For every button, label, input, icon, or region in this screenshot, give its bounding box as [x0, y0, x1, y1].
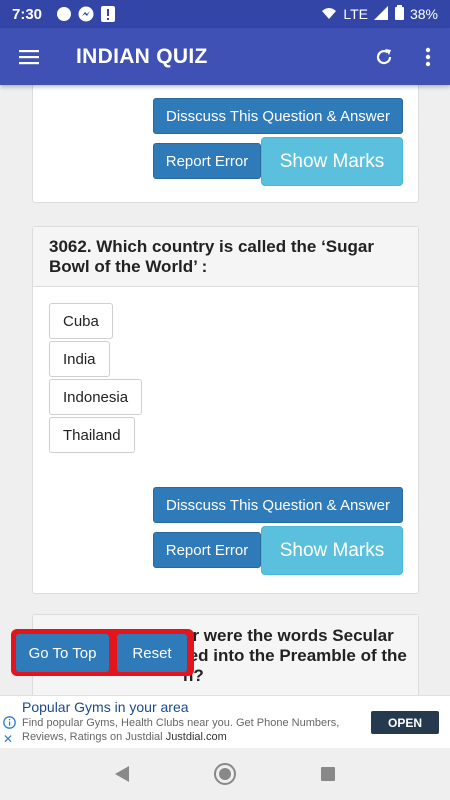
notification-dot-icon: [56, 6, 72, 22]
option-thailand[interactable]: Thailand: [49, 417, 135, 453]
ad-close-icon[interactable]: ✕: [3, 732, 13, 746]
quiz-list[interactable]: Disscuss This Question & Answer Report E…: [0, 85, 450, 695]
option-cuba[interactable]: Cuba: [49, 303, 113, 339]
ad-title: Popular Gyms in your area: [22, 699, 189, 715]
recents-icon[interactable]: [308, 754, 348, 794]
back-icon[interactable]: [102, 754, 142, 794]
ad-info-icon[interactable]: [3, 716, 16, 729]
battery-icon: [394, 5, 404, 23]
report-error-button[interactable]: Report Error: [153, 532, 261, 568]
ad-brand: Justdial.com: [165, 731, 227, 743]
home-icon[interactable]: [205, 754, 245, 794]
signal-icon: [373, 5, 389, 23]
ad-open-button[interactable]: OPEN: [371, 711, 439, 734]
messenger-icon: [78, 6, 94, 22]
wifi-calling-icon: [321, 6, 337, 23]
option-indonesia[interactable]: Indonesia: [49, 379, 143, 415]
ad-text: Find popular Gyms, Health Clubs near you…: [22, 717, 340, 743]
app-bar: INDIAN QUIZ: [0, 28, 450, 85]
discuss-button[interactable]: Disscuss This Question & Answer: [153, 98, 403, 134]
alert-icon: [100, 6, 116, 22]
option-india[interactable]: India: [49, 341, 110, 377]
more-options-icon[interactable]: [406, 28, 450, 85]
floating-controls: Go To Top Reset: [11, 629, 194, 676]
app-title: INDIAN QUIZ: [76, 44, 208, 68]
question-card: Disscuss This Question & Answer Report E…: [32, 85, 419, 203]
reset-button[interactable]: Reset: [117, 634, 187, 672]
system-nav-bar: [0, 748, 450, 800]
ad-banner[interactable]: ✕ Popular Gyms in your area Find popular…: [0, 695, 450, 748]
question-text: 3062. Which country is called the ‘Sugar…: [33, 227, 418, 287]
question-card: 3062. Which country is called the ‘Sugar…: [32, 226, 419, 594]
menu-icon[interactable]: [0, 28, 58, 85]
discuss-button[interactable]: Disscuss This Question & Answer: [153, 487, 403, 523]
status-time: 7:30: [12, 5, 43, 23]
network-type: LTE: [343, 6, 368, 22]
status-bar: 7:30 LTE 38%: [0, 0, 450, 28]
show-marks-button[interactable]: Show Marks: [261, 137, 403, 186]
battery-percent: 38%: [409, 6, 438, 22]
go-to-top-button[interactable]: Go To Top: [16, 634, 109, 672]
show-marks-button[interactable]: Show Marks: [261, 526, 403, 575]
refresh-icon[interactable]: [362, 28, 406, 85]
report-error-button[interactable]: Report Error: [153, 143, 261, 179]
